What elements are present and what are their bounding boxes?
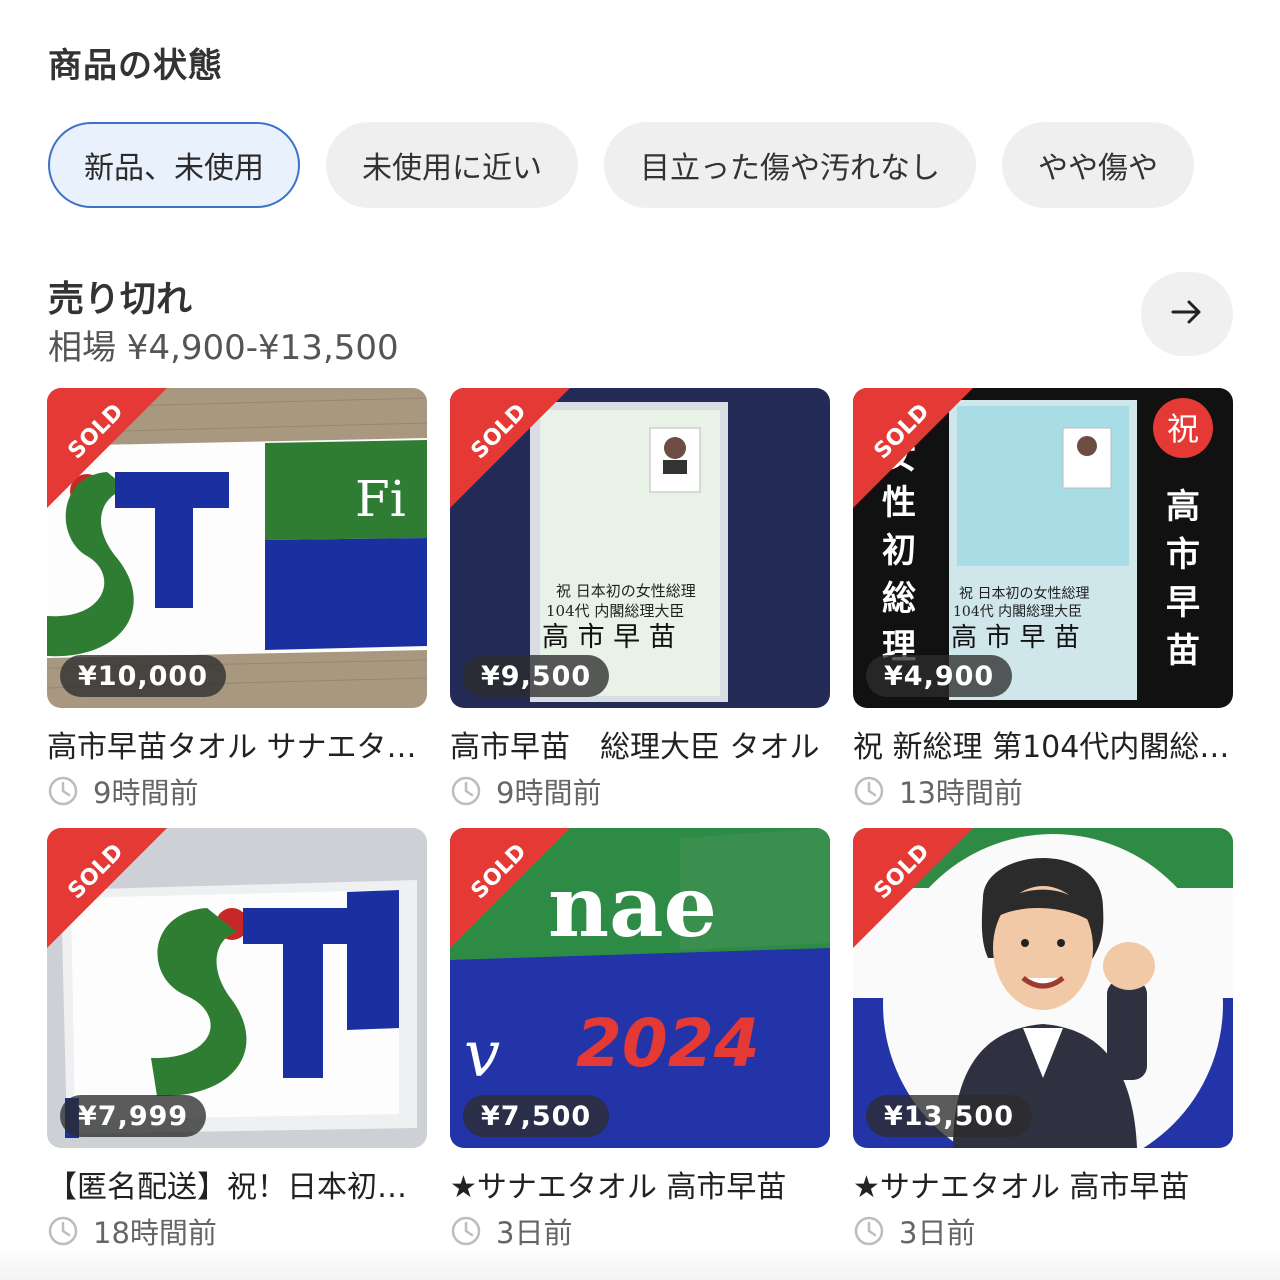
- price-tag: ¥9,500: [463, 655, 610, 697]
- price-tag: ¥13,500: [866, 1095, 1032, 1137]
- clock-icon: [853, 775, 885, 807]
- condition-section-title: 商品の状態: [48, 46, 223, 86]
- time-ago-text: 3日前: [899, 1216, 976, 1250]
- chip-like-new[interactable]: 未使用に近い: [326, 122, 578, 208]
- svg-text:104代 内閣総理大臣: 104代 内閣総理大臣: [953, 604, 1082, 620]
- svg-text:苗: 苗: [1166, 631, 1200, 671]
- see-more-sold-button[interactable]: [1141, 272, 1233, 356]
- product-card[interactable]: Fi SOLD ¥10,000 高市早苗タオル サナエタオル 9時間前: [47, 388, 427, 828]
- sold-section-title: 売り切れ: [48, 279, 193, 320]
- sold-badge: SOLD: [853, 828, 973, 948]
- svg-text:総: 総: [882, 579, 916, 619]
- listing-time: 3日前: [853, 1210, 975, 1252]
- product-card[interactable]: SOLD ¥7,999 【匿名配送】祝！日本初の女性総理 18時間前: [47, 828, 427, 1268]
- sold-badge: SOLD: [47, 828, 167, 948]
- arrow-right-icon: [1169, 294, 1205, 334]
- svg-text:祝 日本初の女性総理: 祝 日本初の女性総理: [959, 585, 1089, 602]
- chip-no-noticeable-damage[interactable]: 目立った傷や汚れなし: [604, 122, 976, 208]
- sold-badge: SOLD: [450, 828, 570, 948]
- time-ago-text: 13時間前: [899, 776, 1023, 810]
- clock-icon: [450, 775, 482, 807]
- market-price-range: 相場 ¥4,900-¥13,500: [48, 328, 399, 368]
- listing-time: 9時間前: [450, 770, 601, 812]
- chip-new-unused[interactable]: 新品、未使用: [48, 122, 300, 208]
- product-title[interactable]: 祝 新総理 第104代内閣総理大臣: [853, 722, 1233, 766]
- svg-text:104代 内閣総理大臣: 104代 内閣総理大臣: [546, 602, 684, 620]
- listing-time: 3日前: [450, 1210, 572, 1252]
- product-image[interactable]: SOLD ¥13,500: [853, 828, 1233, 1148]
- time-ago-text: 9時間前: [93, 776, 199, 810]
- clock-icon: [450, 1215, 482, 1247]
- svg-text:nae: nae: [548, 857, 717, 956]
- time-ago-text: 9時間前: [496, 776, 602, 810]
- svg-text:初: 初: [882, 531, 916, 571]
- chip-some-damage[interactable]: やや傷や: [1002, 122, 1194, 208]
- sold-badge: SOLD: [47, 388, 167, 508]
- product-image[interactable]: Fi SOLD ¥10,000: [47, 388, 427, 708]
- svg-text:高: 高: [1166, 487, 1200, 527]
- svg-text:v: v: [464, 1018, 500, 1092]
- listing-time: 18時間前: [47, 1210, 217, 1252]
- product-card[interactable]: SOLD ¥13,500 ★サナエタオル 高市早苗 3日前: [853, 828, 1233, 1268]
- price-tag: ¥10,000: [60, 655, 226, 697]
- price-tag: ¥7,500: [463, 1095, 610, 1137]
- sold-badge: SOLD: [450, 388, 570, 508]
- svg-text:高 市 早 苗: 高 市 早 苗: [542, 622, 676, 653]
- product-title[interactable]: ★サナエタオル 高市早苗: [450, 1162, 830, 1206]
- price-tag: ¥7,999: [60, 1095, 207, 1137]
- time-ago-text: 18時間前: [93, 1216, 217, 1250]
- product-title[interactable]: 【匿名配送】祝！日本初の女性総理: [47, 1162, 427, 1206]
- svg-text:祝 日本初の女性総理: 祝 日本初の女性総理: [556, 582, 696, 600]
- product-image[interactable]: 祝 日本初の女性総理 104代 内閣総理大臣 高 市 早 苗 祝 女 性 初 総…: [853, 388, 1233, 708]
- product-card[interactable]: nae v 2024 SOLD ¥7,500 ★サナエタオル 高市早苗 3日前: [450, 828, 830, 1268]
- product-image[interactable]: nae v 2024 SOLD ¥7,500: [450, 828, 830, 1148]
- price-tag: ¥4,900: [866, 655, 1013, 697]
- listing-time: 13時間前: [853, 770, 1023, 812]
- svg-text:高 市 早 苗: 高 市 早 苗: [951, 623, 1080, 653]
- product-title[interactable]: ★サナエタオル 高市早苗: [853, 1162, 1233, 1206]
- clock-icon: [47, 1215, 79, 1247]
- product-card[interactable]: 祝 日本初の女性総理 104代 内閣総理大臣 高 市 早 苗 祝 女 性 初 総…: [853, 388, 1233, 828]
- sold-item-grid: Fi SOLD ¥10,000 高市早苗タオル サナエタオル 9時間前 祝 日本…: [47, 388, 1233, 1268]
- svg-text:祝: 祝: [1167, 410, 1199, 448]
- clock-icon: [853, 1215, 885, 1247]
- condition-chip-list: 新品、未使用 未使用に近い 目立った傷や汚れなし やや傷や: [48, 122, 1280, 208]
- time-ago-text: 3日前: [496, 1216, 573, 1250]
- bottom-edge: [0, 1248, 1280, 1280]
- clock-icon: [47, 775, 79, 807]
- sold-badge: SOLD: [853, 388, 973, 508]
- product-image[interactable]: SOLD ¥7,999: [47, 828, 427, 1148]
- product-card[interactable]: 祝 日本初の女性総理 104代 内閣総理大臣 高 市 早 苗 SOLD ¥9,5…: [450, 388, 830, 828]
- svg-text:2024: 2024: [576, 1005, 760, 1082]
- towel-print-text: Fi: [355, 470, 406, 528]
- svg-text:早: 早: [1166, 583, 1200, 623]
- product-image[interactable]: 祝 日本初の女性総理 104代 内閣総理大臣 高 市 早 苗 SOLD ¥9,5…: [450, 388, 830, 708]
- listing-time: 9時間前: [47, 770, 198, 812]
- product-title[interactable]: 高市早苗 総理大臣 タオル: [450, 722, 830, 766]
- product-title[interactable]: 高市早苗タオル サナエタオル: [47, 722, 427, 766]
- svg-text:市: 市: [1166, 535, 1200, 575]
